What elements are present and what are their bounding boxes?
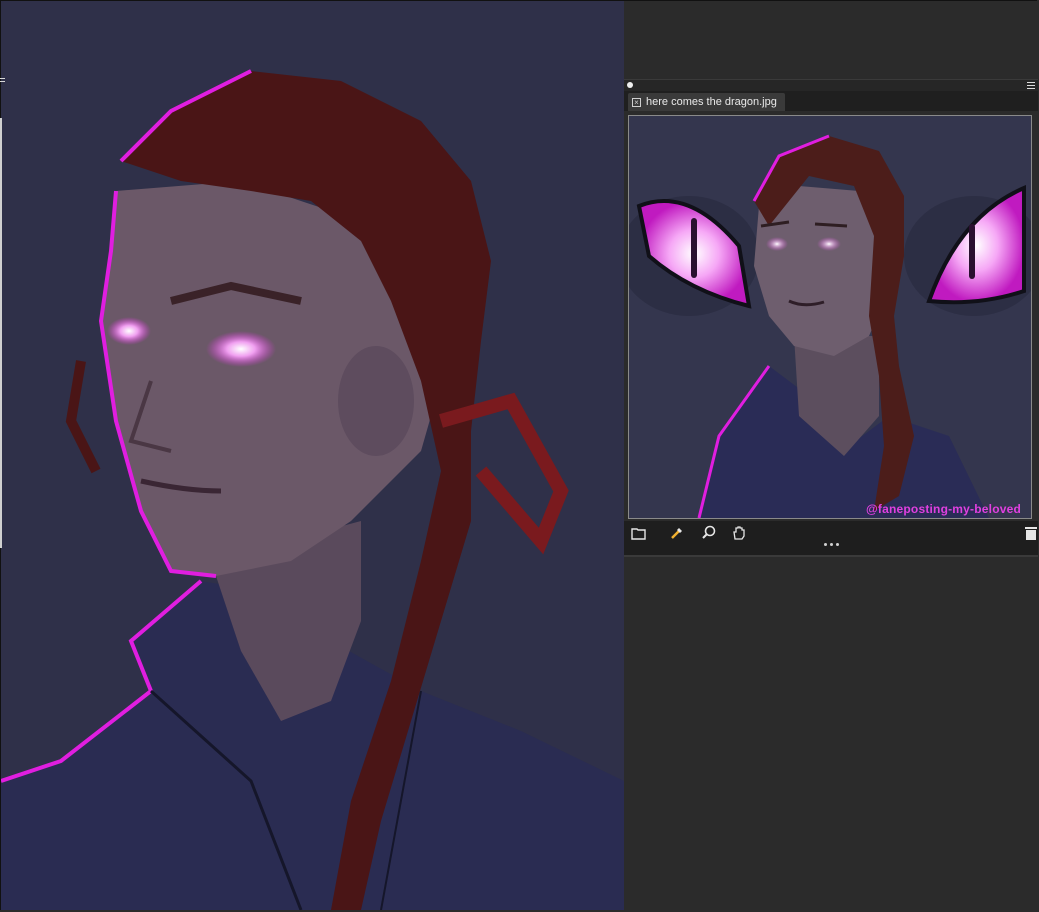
watermark: @faneposting-my-beloved [866, 502, 1021, 516]
reference-image [629, 134, 1031, 518]
close-icon[interactable]: × [632, 97, 641, 107]
portrait-painting [1, 69, 624, 910]
zoom-icon[interactable] [700, 524, 718, 542]
left-dock-edge [0, 118, 2, 548]
trash-icon[interactable] [1022, 524, 1039, 542]
panel-pin-icon[interactable] [627, 82, 633, 88]
panel-menu-icon[interactable] [1027, 82, 1035, 91]
tab-bar: × here comes the dragon.jpg [624, 91, 1038, 111]
tab-reference-image[interactable]: × here comes the dragon.jpg [628, 93, 785, 111]
open-folder-icon[interactable] [630, 524, 648, 542]
more-options-icon[interactable] [824, 543, 839, 546]
reference-panel: × here comes the dragon.jpg @faneposting… [624, 1, 1038, 910]
left-dock-handle[interactable] [0, 78, 6, 88]
painting-canvas[interactable] [1, 1, 624, 910]
tab-label: here comes the dragon.jpg [646, 96, 777, 108]
reference-image-viewer[interactable]: @faneposting-my-beloved [628, 115, 1032, 519]
eyedropper-icon[interactable] [668, 524, 686, 542]
hand-pan-icon[interactable] [730, 524, 748, 542]
reference-toolbar [624, 521, 1038, 557]
